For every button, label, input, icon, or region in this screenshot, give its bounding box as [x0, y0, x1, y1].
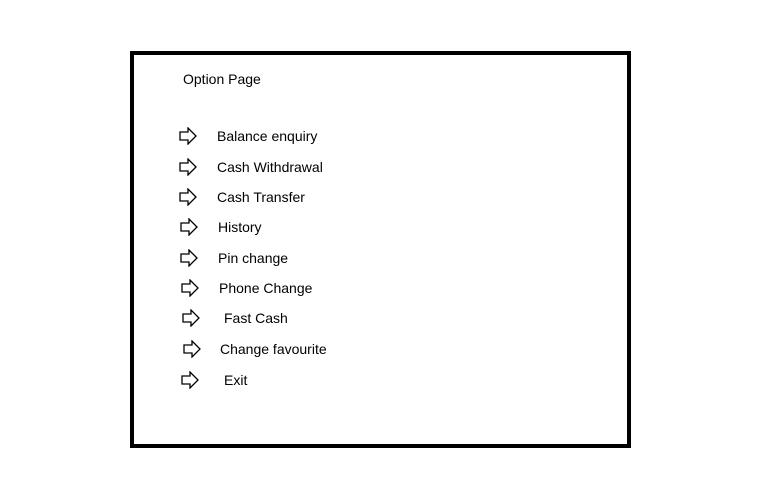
menu-item-label: Balance enquiry [217, 128, 318, 144]
menu-item-label: Phone Change [219, 280, 313, 296]
menu-item-label: Fast Cash [224, 310, 288, 326]
arrow-right-icon [179, 188, 197, 206]
menu-item-label: Change favourite [220, 341, 327, 357]
page-title: Option Page [183, 71, 261, 87]
option-page-panel: Option Page Balance enquiry Cash Withdra… [130, 51, 631, 448]
menu-item-label: Cash Withdrawal [217, 159, 323, 175]
arrow-right-icon [181, 279, 199, 297]
menu-item-label: Cash Transfer [217, 189, 305, 205]
arrow-right-icon [181, 371, 199, 389]
arrow-right-icon [183, 340, 201, 358]
arrow-right-icon [179, 158, 197, 176]
arrow-right-icon [182, 309, 200, 327]
arrow-right-icon [180, 249, 198, 267]
menu-item-label: History [218, 219, 262, 235]
arrow-right-icon [180, 218, 198, 236]
menu-item-label: Exit [224, 372, 248, 388]
menu-item-label: Pin change [218, 250, 289, 266]
arrow-right-icon [179, 127, 197, 145]
